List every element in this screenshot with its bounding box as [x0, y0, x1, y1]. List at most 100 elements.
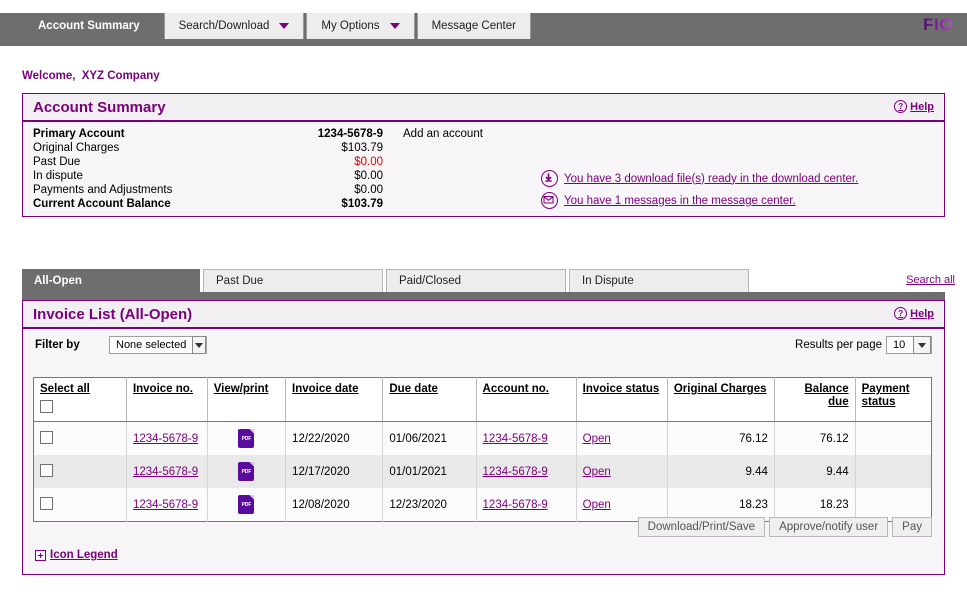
column-header-balance-due[interactable]: Balance due	[774, 377, 856, 422]
account-no-link[interactable]: 1234-5678-9	[483, 499, 548, 511]
account-no-link[interactable]: 1234-5678-9	[483, 466, 548, 478]
caret-down-icon	[389, 23, 400, 29]
expand-plus-icon[interactable]	[35, 549, 46, 561]
search-all-link[interactable]: Search all	[906, 274, 955, 286]
original-charges-cell: 9.44	[667, 455, 775, 488]
filter-by-select[interactable]: None selected	[109, 336, 207, 354]
brand-logo: FIO	[923, 15, 953, 34]
account-summary-row-value: $0.00	[354, 156, 383, 168]
nav-tab-my-options[interactable]: My Options	[306, 13, 415, 39]
account-summary-table: Primary Account 1234-5678-9 Add an account…	[33, 128, 483, 212]
invoice-table-header-row: Select all Invoice no. View/print Invoice d…	[33, 377, 932, 422]
invoice-tab-in-dispute[interactable]: In Dispute	[569, 269, 749, 292]
download-print-save-button[interactable]: Download/Print/Save	[637, 517, 766, 537]
invoice-tab-past-due[interactable]: Past Due	[203, 269, 383, 292]
icon-legend-label: Icon Legend	[50, 549, 118, 561]
row-select-checkbox[interactable]	[40, 430, 53, 444]
nav-tab-account-summary[interactable]: Account Summary	[18, 13, 160, 39]
add-an-account-link[interactable]: Add an account	[383, 128, 483, 142]
invoice-table-body: 1234-5678-912/22/202001/06/20211234-5678…	[33, 421, 932, 522]
column-header-due-date[interactable]: Due date	[382, 377, 477, 422]
column-header-invoice-status[interactable]: Invoice status	[576, 377, 668, 422]
welcome-company: XYZ Company	[81, 70, 160, 82]
account-summary-row-label: Primary Account	[33, 128, 125, 140]
invoice-date-cell: 12/22/2020	[285, 421, 384, 455]
invoice-list-help-link[interactable]: ? Help	[894, 307, 934, 320]
column-header-invoice-date[interactable]: Invoice date	[285, 377, 384, 422]
column-header-invoice-no-[interactable]: Invoice no.	[126, 377, 208, 422]
column-header-view-print[interactable]: View/print	[207, 377, 287, 422]
invoice-table-head: Select all Invoice no. View/print Invoice d…	[33, 377, 932, 422]
account-summary-row: Payments and Adjustments $0.00	[33, 184, 483, 198]
invoice-no-link[interactable]: 1234-5678-9	[133, 466, 198, 478]
column-header-label: Original Charges	[673, 383, 767, 395]
column-header-select-all[interactable]: Select all	[33, 377, 127, 422]
invoice-tab-all-open[interactable]: All-Open	[22, 269, 200, 292]
select-all-checkbox[interactable]	[40, 400, 53, 413]
invoice-status-link[interactable]: Open	[583, 433, 611, 445]
welcome-message: Welcome, XYZ Company	[22, 70, 160, 82]
column-header-account-no-[interactable]: Account no.	[476, 377, 577, 422]
table-row: 1234-5678-9 12/17/202001/01/2021 1234-5678…	[33, 455, 932, 488]
invoice-date-cell: 12/17/2020	[285, 455, 384, 488]
view-print-cell	[207, 488, 287, 522]
invoice-filter-tabs: All-Open Past Due Paid/Closed In Dispute	[22, 269, 752, 292]
account-summary-panel: Account Summary ? Help Primary Account 12…	[22, 93, 945, 217]
due-date-cell: 01/01/2021	[382, 455, 477, 488]
icon-legend[interactable]: Icon Legend	[35, 549, 118, 561]
invoice-no-cell: 1234-5678-9	[126, 421, 208, 455]
row-select-checkbox[interactable]	[40, 496, 53, 510]
invoice-status-link[interactable]: Open	[583, 466, 611, 478]
pdf-icon[interactable]	[238, 495, 255, 514]
account-no-link[interactable]: 1234-5678-9	[483, 433, 548, 445]
column-header-label: Invoice date	[292, 383, 359, 395]
caret-down-icon	[279, 23, 290, 29]
column-header-label: View/print	[213, 383, 269, 395]
nav-tab-label: My Options	[321, 20, 380, 32]
download-icon	[541, 170, 558, 187]
help-question-icon: ?	[894, 307, 908, 320]
due-date-cell: 12/23/2020	[382, 488, 477, 522]
account-summary-row-label: Original Charges	[33, 142, 120, 154]
invoice-no-cell: 1234-5678-9	[126, 455, 208, 488]
invoice-no-link[interactable]: 1234-5678-9	[133, 433, 198, 445]
account-summary-row-value: $0.00	[354, 170, 383, 182]
invoice-list-header: Invoice List (All-Open) ? Help	[23, 301, 944, 329]
account-notice-link[interactable]: You have 3 download file(s) ready in the…	[564, 173, 858, 185]
invoice-tab-label: In Dispute	[582, 275, 634, 287]
results-per-page-value: 10	[893, 339, 906, 351]
invoice-tabs-bar	[22, 292, 945, 300]
approve-notify-user-button[interactable]: Approve/notify user	[769, 517, 889, 537]
help-question-icon: ?	[894, 100, 908, 113]
account-summary-row: Past Due $0.00	[33, 156, 483, 170]
nav-tab-search-download[interactable]: Search/Download	[163, 13, 305, 39]
invoice-date-cell: 12/08/2020	[285, 488, 384, 522]
pdf-icon[interactable]	[238, 462, 255, 481]
row-select-checkbox[interactable]	[40, 463, 53, 477]
account-summary-row-value: 1234-5678-9	[317, 128, 383, 140]
invoice-tab-paid-closed[interactable]: Paid/Closed	[386, 269, 566, 292]
account-notice-row: You have 1 messages in the message cente…	[541, 192, 858, 209]
invoice-status-cell: Open	[576, 421, 668, 455]
account-summary-row-label: Current Account Balance	[33, 198, 171, 210]
pdf-icon[interactable]	[238, 429, 255, 448]
invoice-status-link[interactable]: Open	[583, 499, 611, 511]
account-no-cell: 1234-5678-9	[476, 488, 577, 522]
account-summary-row: Primary Account 1234-5678-9 Add an account	[33, 128, 483, 142]
nav-tab-label: Search/Download	[178, 20, 270, 32]
results-per-page-select[interactable]: 10	[886, 336, 932, 354]
account-summary-row-spacer	[383, 198, 483, 212]
invoice-tab-label: All-Open	[34, 274, 82, 287]
account-notice-link[interactable]: You have 1 messages in the message cente…	[564, 195, 796, 207]
row-select-cell	[33, 455, 127, 488]
pay-button[interactable]: Pay	[892, 517, 932, 537]
column-header-original-charges[interactable]: Original Charges	[667, 377, 775, 422]
invoice-tab-label: Past Due	[216, 275, 264, 287]
invoice-status-cell: Open	[576, 455, 668, 488]
filter-by-value: None selected	[116, 339, 187, 351]
account-summary-row: Original Charges $103.79	[33, 142, 483, 156]
nav-tab-message-center[interactable]: Message Center	[416, 13, 531, 39]
account-summary-help-link[interactable]: ? Help	[894, 100, 934, 113]
column-header-payment-status[interactable]: Payment status	[855, 377, 932, 422]
invoice-no-link[interactable]: 1234-5678-9	[133, 499, 198, 511]
